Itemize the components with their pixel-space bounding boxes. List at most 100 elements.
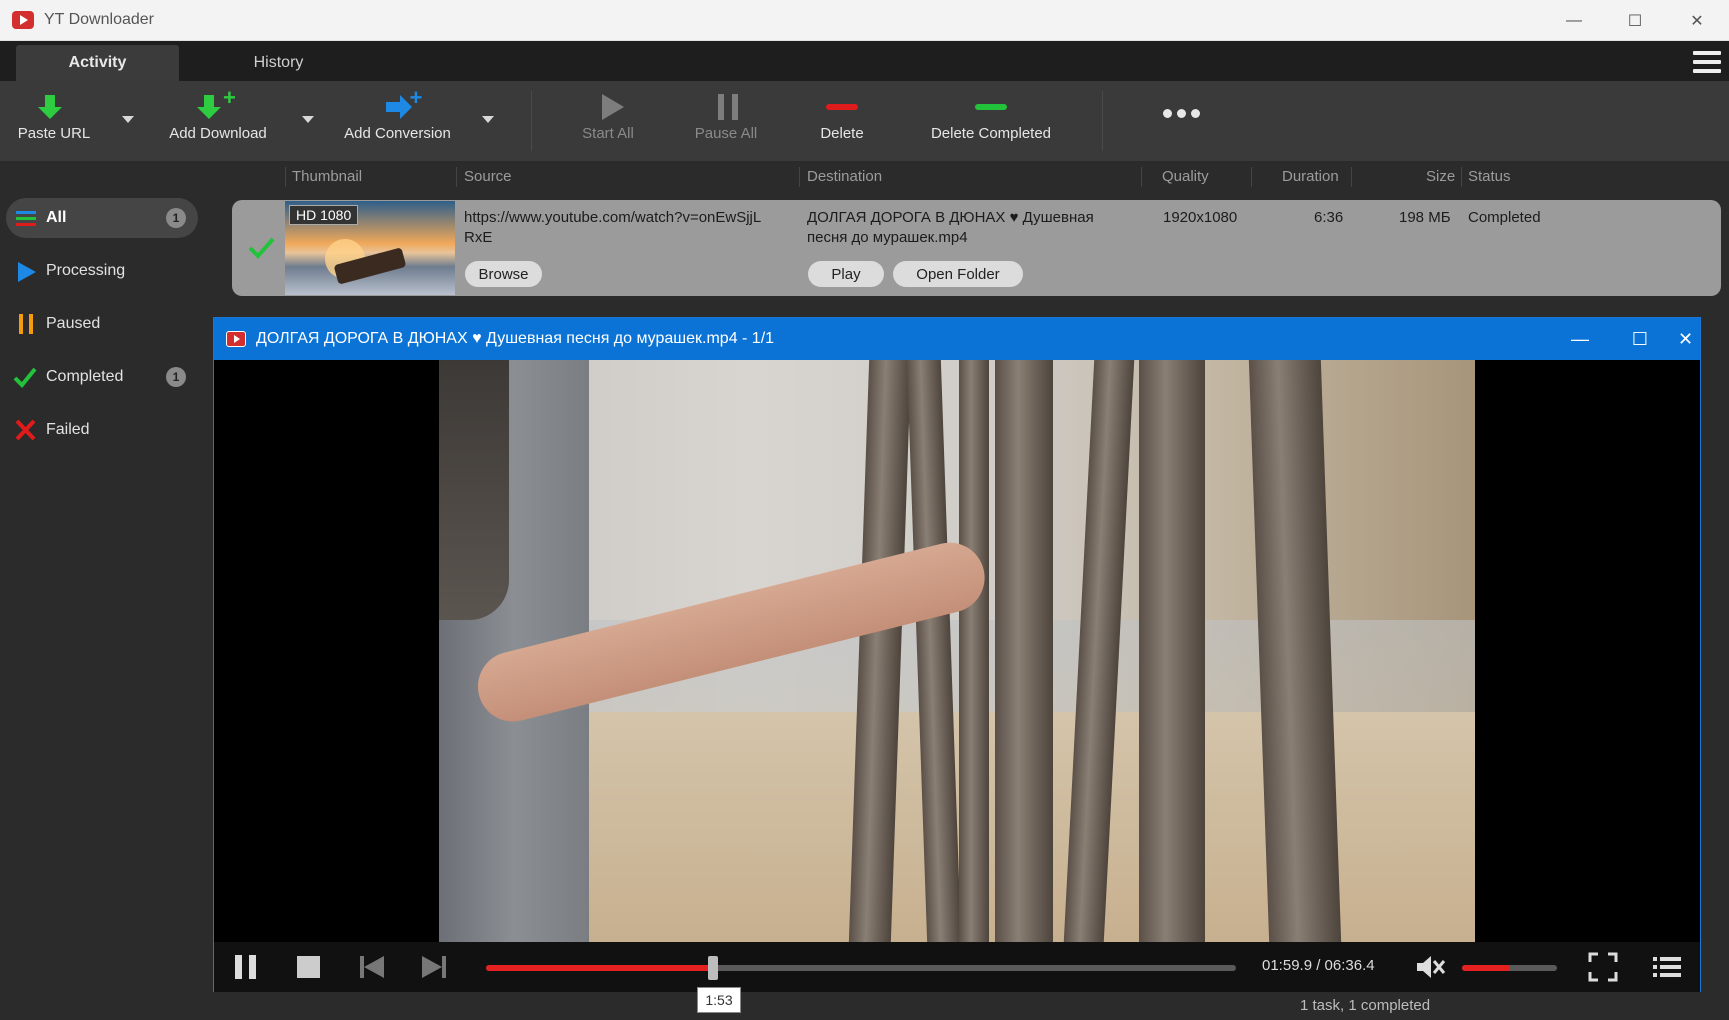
time-readout: 01:59.9 / 06:36.4 bbox=[1262, 957, 1375, 974]
video-thumbnail[interactable]: HD 1080 bbox=[285, 201, 455, 295]
volume-level bbox=[1462, 965, 1510, 971]
add-download-label: Add Download bbox=[169, 125, 267, 142]
sidebar-item-label: Paused bbox=[46, 315, 101, 332]
playlist-icon[interactable] bbox=[1651, 952, 1681, 982]
sidebar-item-failed[interactable]: Failed bbox=[6, 410, 198, 450]
paste-url-label: Paste URL bbox=[17, 125, 91, 142]
seek-progress bbox=[486, 965, 713, 971]
delete-button[interactable]: Delete bbox=[812, 81, 872, 161]
pause-orange-icon bbox=[12, 312, 40, 336]
video-frame[interactable] bbox=[439, 360, 1475, 942]
volume-slider[interactable] bbox=[1462, 965, 1557, 971]
column-duration[interactable]: Duration bbox=[1282, 168, 1339, 185]
add-download-icon: + bbox=[183, 81, 243, 125]
list-icon bbox=[12, 206, 40, 230]
toolbar: Paste URL + Add Download + Add Conversio… bbox=[0, 81, 1729, 161]
completed-check-icon bbox=[246, 232, 276, 262]
add-conversion-dropdown-icon[interactable] bbox=[482, 116, 494, 123]
play-icon bbox=[578, 81, 638, 125]
column-thumbnail[interactable]: Thumbnail bbox=[292, 168, 362, 185]
sidebar-item-paused[interactable]: Paused bbox=[6, 304, 198, 344]
destination-file-cont: песня до мурашек.mp4 bbox=[807, 229, 968, 246]
status-value: Completed bbox=[1468, 209, 1541, 226]
player-controls: 01:59.9 / 06:36.4 bbox=[214, 942, 1700, 992]
column-header-row: Thumbnail Source Destination Quality Dur… bbox=[0, 161, 1729, 193]
player-minimize-button[interactable]: — bbox=[1550, 318, 1610, 360]
maximize-button[interactable]: ☐ bbox=[1605, 0, 1665, 41]
play-button[interactable]: Play bbox=[808, 261, 884, 287]
more-options-button[interactable] bbox=[1151, 81, 1211, 161]
mute-speaker-icon[interactable] bbox=[1414, 952, 1446, 982]
pause-button[interactable] bbox=[231, 952, 261, 982]
player-titlebar: ДОЛГАЯ ДОРОГА В ДЮНАХ ♥ Душевная песня д… bbox=[214, 318, 1700, 360]
window-titlebar: YT Downloader — ☐ ✕ bbox=[0, 0, 1729, 41]
more-dots-icon bbox=[1151, 81, 1211, 125]
paste-url-dropdown-icon[interactable] bbox=[122, 116, 134, 123]
delete-completed-label: Delete Completed bbox=[930, 125, 1052, 142]
next-icon[interactable] bbox=[420, 952, 450, 982]
video-player-window[interactable]: ДОЛГАЯ ДОРОГА В ДЮНАХ ♥ Душевная песня д… bbox=[213, 317, 1701, 992]
player-title: ДОЛГАЯ ДОРОГА В ДЮНАХ ♥ Душевная песня д… bbox=[256, 330, 775, 347]
tab-activity[interactable]: Activity bbox=[16, 45, 179, 81]
column-status[interactable]: Status bbox=[1468, 168, 1511, 185]
play-blue-icon bbox=[12, 259, 40, 283]
seek-bar[interactable] bbox=[486, 956, 1236, 980]
minimize-button[interactable]: — bbox=[1544, 0, 1604, 41]
source-url: https://www.youtube.com/watch?v=onEwSjjL bbox=[464, 209, 762, 226]
tab-history[interactable]: History bbox=[200, 45, 357, 81]
size-value: 198 МБ bbox=[1399, 209, 1451, 226]
browse-button[interactable]: Browse bbox=[465, 261, 542, 287]
source-url-cont: RxE bbox=[464, 229, 493, 246]
sidebar-item-label: Processing bbox=[46, 262, 126, 279]
add-conversion-icon: + bbox=[368, 81, 428, 125]
column-destination[interactable]: Destination bbox=[807, 168, 882, 185]
seek-tooltip: 1:53 bbox=[697, 987, 741, 1013]
sidebar-item-processing[interactable]: Processing bbox=[6, 251, 198, 291]
status-bar: 1 task, 1 completed bbox=[0, 993, 1729, 1020]
add-conversion-label: Add Conversion bbox=[344, 125, 451, 142]
close-button[interactable]: ✕ bbox=[1667, 0, 1727, 41]
app-logo-icon bbox=[12, 11, 34, 29]
sidebar-item-label: All bbox=[46, 209, 67, 226]
player-app-icon bbox=[226, 331, 246, 347]
toolbar-separator bbox=[1102, 91, 1103, 151]
player-maximize-button[interactable]: ☐ bbox=[1610, 318, 1670, 360]
column-quality[interactable]: Quality bbox=[1162, 168, 1209, 185]
delete-label: Delete bbox=[820, 125, 864, 142]
pause-all-button[interactable]: Pause All bbox=[690, 81, 762, 161]
open-folder-button[interactable]: Open Folder bbox=[893, 261, 1023, 287]
fullscreen-icon[interactable] bbox=[1588, 952, 1618, 982]
sidebar-item-label: Failed bbox=[46, 421, 90, 438]
count-badge: 1 bbox=[166, 367, 186, 387]
seek-handle[interactable] bbox=[707, 956, 718, 980]
download-row[interactable]: HD 1080 https://www.youtube.com/watch?v=… bbox=[232, 200, 1721, 296]
stop-button[interactable] bbox=[294, 952, 324, 982]
previous-icon[interactable] bbox=[357, 952, 387, 982]
checkmark-icon bbox=[12, 365, 40, 389]
delete-completed-button[interactable]: Delete Completed bbox=[926, 81, 1056, 161]
window-title: YT Downloader bbox=[44, 11, 154, 28]
quality-badge: HD 1080 bbox=[289, 205, 359, 225]
player-close-button[interactable]: ✕ bbox=[1671, 318, 1700, 360]
destination-file: ДОЛГАЯ ДОРОГА В ДЮНАХ ♥ Душевная bbox=[807, 209, 1094, 226]
add-download-dropdown-icon[interactable] bbox=[302, 116, 314, 123]
paste-url-button[interactable]: Paste URL bbox=[14, 81, 94, 161]
column-size[interactable]: Size bbox=[1426, 168, 1455, 185]
main-menu-icon[interactable] bbox=[1693, 49, 1721, 75]
sidebar-item-label: Completed bbox=[46, 368, 124, 385]
start-all-label: Start All bbox=[582, 125, 634, 142]
count-badge: 1 bbox=[166, 208, 186, 228]
tab-bar: Activity History bbox=[0, 41, 1729, 81]
download-arrow-icon bbox=[24, 81, 84, 125]
sidebar-item-completed[interactable]: Completed 1 bbox=[6, 357, 198, 397]
status-text: 1 task, 1 completed bbox=[1300, 997, 1431, 1014]
add-conversion-button[interactable]: + Add Conversion bbox=[340, 81, 455, 161]
start-all-button[interactable]: Start All bbox=[573, 81, 643, 161]
pause-icon bbox=[696, 81, 756, 125]
sidebar: All 1 Processing Paused Completed 1 Fail… bbox=[0, 193, 205, 993]
pause-all-label: Pause All bbox=[694, 125, 758, 142]
add-download-button[interactable]: + Add Download bbox=[163, 81, 273, 161]
sidebar-item-all[interactable]: All 1 bbox=[6, 198, 198, 238]
cross-red-icon bbox=[12, 418, 40, 442]
column-source[interactable]: Source bbox=[464, 168, 512, 185]
